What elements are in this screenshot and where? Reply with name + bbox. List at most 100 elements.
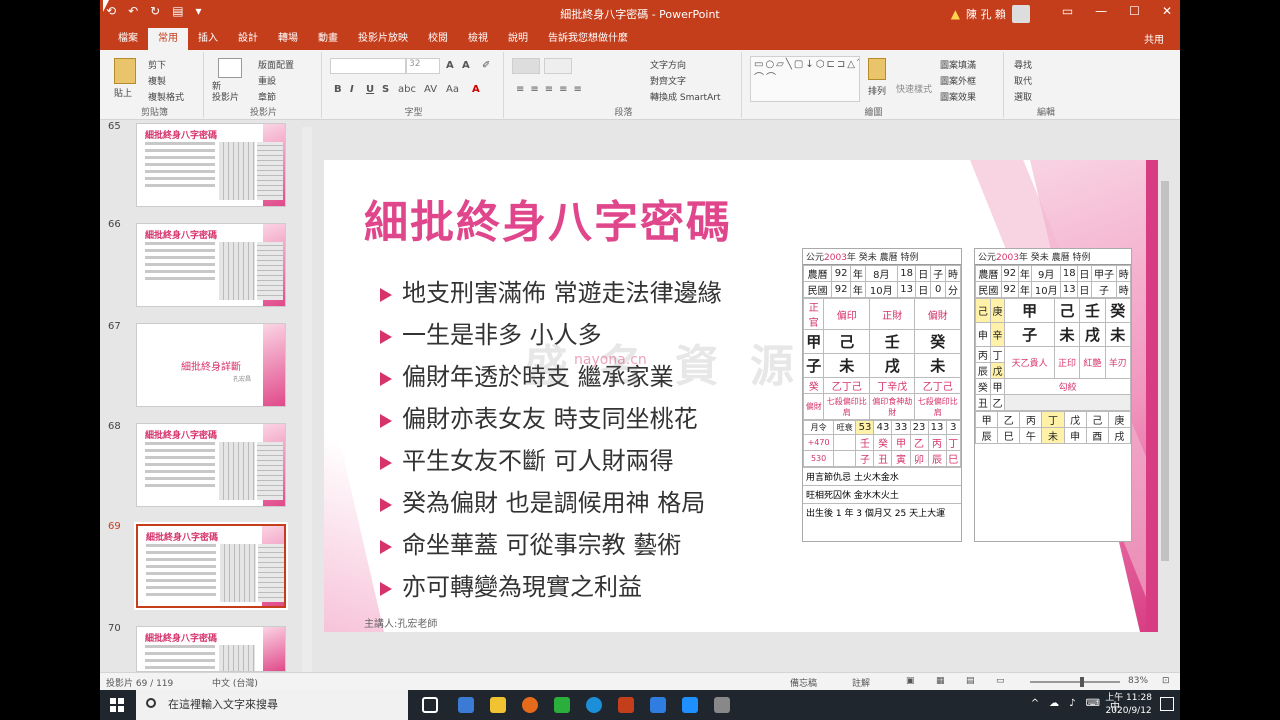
zoom-level[interactable]: 83% (1128, 676, 1148, 686)
arrange-button[interactable]: 排列 (868, 84, 886, 97)
tab-design[interactable]: 設計 (228, 28, 268, 50)
bullet-list[interactable]: 地支刑害滿佈 常遊走法律邊緣 一生是非多 小人多 偏財年透於時支 繼承家業 偏財… (380, 272, 722, 608)
change-case-button[interactable]: Aa (446, 84, 459, 95)
slide-thumbnail-selected[interactable]: 細批終身八字密碼 (134, 522, 288, 610)
find-button[interactable]: 尋找 (1014, 58, 1032, 71)
reset-button[interactable]: 重設 (258, 74, 276, 87)
new-slide-icon[interactable] (218, 58, 242, 78)
network-icon[interactable]: ☁ (1049, 698, 1059, 713)
tab-slideshow[interactable]: 投影片放映 (348, 28, 418, 50)
layout-button[interactable]: 版面配置 (258, 58, 294, 71)
tray-arrow-icon[interactable]: ^ (1031, 698, 1039, 713)
bazi-chart-1[interactable]: 公元2003年 癸未 農曆 特例 農曆 92 年 8月 18 日子時 民國 92 年 10月 13… (802, 248, 962, 542)
zoom-slider-knob[interactable] (1080, 677, 1084, 687)
bazi-chart-2[interactable]: 公元2003年 癸未 農曆 特例 農曆 92 年 9月 18 日甲子時 民國 92 年 10月 1… (974, 248, 1132, 542)
store-icon[interactable] (458, 697, 474, 713)
powerpoint-icon[interactable] (618, 697, 634, 713)
new-slide-button[interactable]: 新 投影片 (212, 82, 239, 104)
shadow-button[interactable]: abc (398, 84, 416, 95)
text-direction-button[interactable]: 文字方向 (650, 58, 686, 71)
shape-outline-button[interactable]: 圖案外框 (940, 74, 976, 87)
vertical-scrollbar[interactable] (1158, 121, 1172, 672)
align-text-button[interactable]: 對齊文字 (650, 74, 686, 87)
comments-button[interactable]: 註解 (852, 676, 870, 689)
grow-font-icon[interactable]: A (446, 60, 454, 71)
bullet-item[interactable]: 地支刑害滿佈 常遊走法律邊緣 (380, 272, 722, 314)
tab-file[interactable]: 檔案 (108, 28, 148, 50)
smartart-button[interactable]: 轉換成 SmartArt (650, 90, 720, 103)
shrink-font-icon[interactable]: A (462, 60, 470, 71)
share-button[interactable]: 共用 (1144, 31, 1164, 46)
arrange-icon[interactable] (868, 58, 886, 80)
notes-button[interactable]: 備忘稿 (790, 676, 817, 689)
quick-styles-button[interactable]: 快速樣式 (896, 82, 932, 95)
reading-view-icon[interactable]: ▤ (966, 676, 975, 686)
sorter-view-icon[interactable]: ▦ (936, 676, 945, 686)
language-indicator[interactable]: 中文 (台灣) (212, 676, 258, 689)
section-button[interactable]: 章節 (258, 90, 276, 103)
slide-title[interactable]: 細批終身八字密碼 (364, 186, 732, 250)
italic-button[interactable]: I (350, 84, 354, 95)
windows-start-icon[interactable] (110, 698, 124, 712)
shapes-gallery[interactable]: ▭○▱╲▢↓⬡⊏⊐△⌒↻{}⌒⌒ (750, 56, 860, 102)
current-slide[interactable]: 細批終身八字密碼 地支刑害滿佈 常遊走法律邊緣 一生是非多 小人多 偏財年透於時… (324, 160, 1160, 632)
minimize-icon[interactable]: — (1095, 4, 1107, 18)
slide-thumbnails-pane[interactable]: 65 細批終身八字密碼 66 細批終身八字密碼 67 細批終身詳斷 孔宏昌 68… (100, 121, 312, 672)
thumbnails-scrollbar[interactable] (302, 127, 312, 672)
select-button[interactable]: 選取 (1014, 90, 1032, 103)
bullet-item[interactable]: 癸為偏財 也是調候用神 格局 (380, 482, 722, 524)
usb-icon[interactable] (714, 697, 730, 713)
zoom-slider[interactable] (1030, 677, 1120, 687)
avatar[interactable] (1012, 5, 1030, 23)
font-name-box[interactable] (330, 58, 406, 74)
volume-icon[interactable]: ♪ (1069, 698, 1075, 713)
tab-transitions[interactable]: 轉場 (268, 28, 308, 50)
bullet-item[interactable]: 命坐華蓋 可從事宗教 藝術 (380, 524, 722, 566)
slide-thumbnail[interactable]: 細批終身八字密碼 (136, 626, 286, 672)
bullet-item[interactable]: 平生女友不斷 可人財兩得 (380, 440, 722, 482)
copy-button[interactable]: 複製 (148, 74, 166, 87)
fit-slide-icon[interactable]: ⊡ (1162, 676, 1170, 686)
bullet-item[interactable]: 亦可轉變為現實之利益 (380, 566, 722, 608)
slideshow-view-icon[interactable]: ▭ (996, 676, 1005, 686)
shape-fill-button[interactable]: 圖案填滿 (940, 58, 976, 71)
maximize-icon[interactable]: ☐ (1129, 4, 1140, 18)
task-view-icon[interactable] (422, 697, 438, 713)
bullet-item[interactable]: 偏財亦表女友 時支同坐桃花 (380, 398, 722, 440)
close-icon[interactable]: ✕ (1162, 4, 1172, 18)
file-explorer-icon[interactable] (490, 697, 506, 713)
wechat-icon[interactable] (554, 697, 570, 713)
numbering-icon[interactable] (544, 58, 572, 74)
ribbon-display-icon[interactable]: ▭ (1062, 4, 1073, 18)
paste-icon[interactable] (114, 58, 136, 84)
clear-format-icon[interactable]: ✐ (482, 60, 490, 71)
taskbar-search-input[interactable]: 在這裡輸入文字來搜尋 (136, 690, 408, 720)
bullets-icon[interactable] (512, 58, 540, 74)
tab-help[interactable]: 說明 (498, 28, 538, 50)
slide-edit-area[interactable]: 細批終身八字密碼 地支刑害滿佈 常遊走法律邊緣 一生是非多 小人多 偏財年透於時… (312, 121, 1180, 672)
tab-view[interactable]: 檢視 (458, 28, 498, 50)
tab-review[interactable]: 校閱 (418, 28, 458, 50)
tab-home[interactable]: 常用 (148, 28, 188, 50)
char-spacing-button[interactable]: AV (424, 84, 437, 95)
notification-icon[interactable] (1160, 697, 1174, 711)
edge-icon[interactable] (586, 697, 602, 713)
tab-animations[interactable]: 動畫 (308, 28, 348, 50)
slide-thumbnail[interactable]: 細批終身詳斷 孔宏昌 (136, 323, 286, 407)
font-color-icon[interactable]: A (472, 84, 480, 95)
tell-me-search[interactable]: 告訴我您想做什麼 (538, 28, 638, 50)
underline-button[interactable]: U (366, 84, 374, 95)
clock[interactable]: 上午 11:28 2020/9/12 (1105, 692, 1152, 718)
slide-thumbnail[interactable]: 細批終身八字密碼 (136, 423, 286, 507)
scrollbar-thumb[interactable] (1161, 181, 1169, 561)
replace-button[interactable]: 取代 (1014, 74, 1032, 87)
shape-effects-button[interactable]: 圖案效果 (940, 90, 976, 103)
firefox-icon[interactable] (522, 697, 538, 713)
tab-insert[interactable]: 插入 (188, 28, 228, 50)
app-icon[interactable] (682, 697, 698, 713)
cut-button[interactable]: 剪下 (148, 58, 166, 71)
normal-view-icon[interactable]: ▣ (906, 676, 915, 686)
slide-thumbnail[interactable]: 細批終身八字密碼 (136, 123, 286, 207)
strikethrough-button[interactable]: S (382, 84, 389, 95)
user-area[interactable]: ▲ 陳 孔 賴 (951, 5, 1030, 23)
